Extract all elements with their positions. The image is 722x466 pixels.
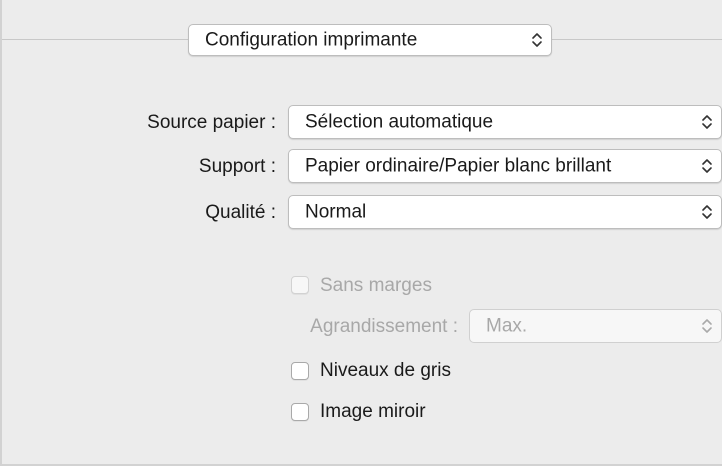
paper-source-label: Source papier : xyxy=(147,112,276,133)
separator-line-left xyxy=(2,39,188,40)
chevron-up-down-icon xyxy=(532,33,542,47)
mirror-image-checkbox[interactable] xyxy=(291,403,309,421)
chevron-up-down-icon xyxy=(702,115,712,129)
quality-popup[interactable]: Normal xyxy=(288,195,722,229)
enlargement-value: Max. xyxy=(486,315,528,337)
print-settings-panel: Configuration imprimante Source papier :… xyxy=(0,0,722,466)
media-type-label: Support : xyxy=(198,156,276,177)
chevron-up-down-icon xyxy=(702,159,712,173)
borderless-checkbox[interactable] xyxy=(291,276,309,294)
chevron-up-down-icon xyxy=(702,319,712,333)
section-popup-button[interactable]: Configuration imprimante xyxy=(188,24,552,56)
grayscale-label: Niveaux de gris xyxy=(320,360,451,381)
media-type-popup[interactable]: Papier ordinaire/Papier blanc brillant xyxy=(288,149,722,183)
borderless-label: Sans marges xyxy=(320,275,432,296)
enlargement-label: Agrandissement : xyxy=(310,316,458,337)
section-popup-value: Configuration imprimante xyxy=(205,29,418,51)
paper-source-value: Sélection automatique xyxy=(305,111,494,133)
quality-value: Normal xyxy=(305,201,367,223)
paper-source-popup[interactable]: Sélection automatique xyxy=(288,105,722,139)
separator-line-right xyxy=(552,39,722,40)
chevron-up-down-icon xyxy=(702,205,712,219)
media-type-value: Papier ordinaire/Papier blanc brillant xyxy=(305,155,612,177)
mirror-image-label: Image miroir xyxy=(320,401,426,422)
enlargement-popup[interactable]: Max. xyxy=(469,309,722,343)
quality-label: Qualité : xyxy=(205,202,276,223)
grayscale-checkbox[interactable] xyxy=(291,362,309,380)
